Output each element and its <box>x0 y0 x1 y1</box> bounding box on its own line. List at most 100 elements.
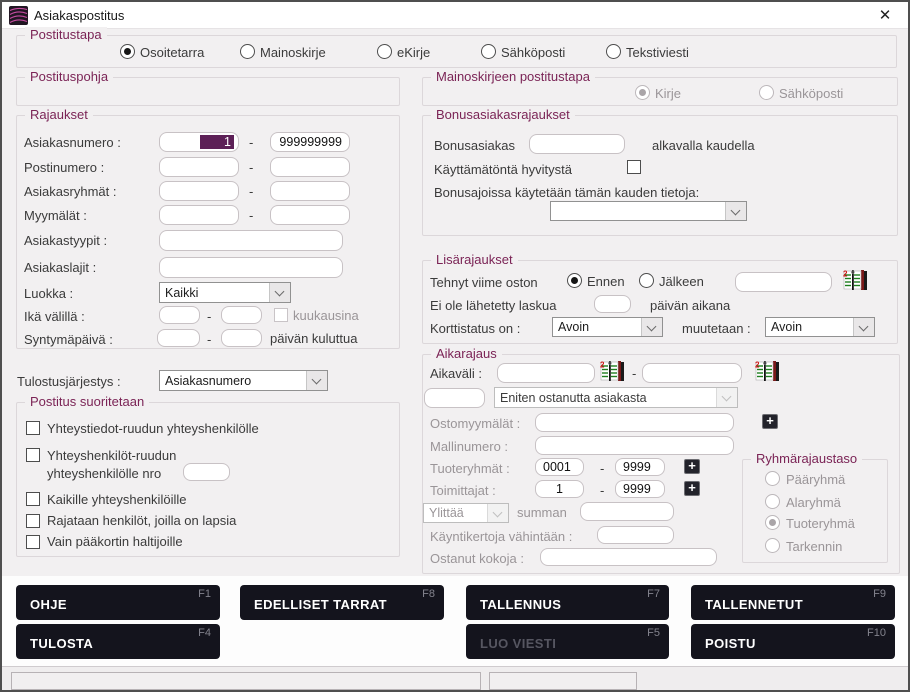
kayntikertoja-field[interactable] <box>597 526 674 544</box>
range-dash: - <box>207 309 211 324</box>
asiakasnumero-to-field[interactable] <box>270 132 350 152</box>
muutetaan-value: Avoin <box>766 318 853 336</box>
label-paivan-aikana: päivän aikana <box>650 298 730 313</box>
poistu-button[interactable]: POISTU F10 <box>691 624 895 659</box>
syntymapaiva-to-field[interactable] <box>221 329 262 347</box>
myymalat-from-field[interactable] <box>159 205 239 225</box>
yhteyshenkilo-nro-field[interactable] <box>183 463 230 481</box>
status-bar <box>2 666 908 690</box>
fkey-label: F4 <box>198 627 211 639</box>
group-title: Ryhmärajaustaso <box>751 451 862 466</box>
add-toimittajat-button[interactable]: + <box>684 481 700 496</box>
label-kaikille: Kaikille yhteyshenkilöille <box>47 492 186 507</box>
group-title: Postitustapa <box>25 27 107 42</box>
range-dash: - <box>600 483 604 498</box>
calendar-icon[interactable]: 2 <box>843 269 869 292</box>
label-yhteyshenkilot-1: Yhteyshenkilöt-ruudun <box>47 448 176 463</box>
aikavali-from-field[interactable] <box>497 363 595 383</box>
radio-tuoteryhma <box>765 515 780 530</box>
ika-to-field[interactable] <box>221 306 262 324</box>
lapsia-checkbox[interactable] <box>26 514 40 528</box>
postinumero-from-field[interactable] <box>159 157 239 177</box>
ostomyymalat-field[interactable] <box>535 413 734 432</box>
ostanut-kokoja-field[interactable] <box>540 548 717 566</box>
label-asiakastyypit: Asiakastyypit : <box>24 233 107 248</box>
fkey-label: F5 <box>647 627 660 639</box>
label-asiakasnumero: Asiakasnumero : <box>24 135 121 150</box>
group-title: Postitus suoritetaan <box>25 394 149 409</box>
tallennus-button[interactable]: TALLENNUS F7 <box>466 585 669 620</box>
group-title: Mainoskirjeen postitustapa <box>431 69 595 84</box>
tulostusjarjestys-select[interactable]: Asiakasnumero <box>159 370 328 391</box>
edelliset-tarrat-button[interactable]: EDELLISET TARRAT F8 <box>240 585 444 620</box>
svg-text:2: 2 <box>600 361 605 370</box>
radio-tekstiviesti[interactable] <box>606 44 621 59</box>
toimittajat-to-field[interactable] <box>615 480 665 498</box>
maara-field[interactable] <box>424 388 485 408</box>
luokka-value: Kaikki <box>160 283 269 302</box>
label-korttistatus: Korttistatus on : <box>430 321 520 336</box>
toimittajat-from-field[interactable] <box>535 480 584 498</box>
asiakastyypit-field[interactable] <box>159 230 343 251</box>
paakortti-checkbox[interactable] <box>26 535 40 549</box>
kaikille-checkbox[interactable] <box>26 492 40 506</box>
ika-from-field[interactable] <box>159 306 200 324</box>
add-tuoteryhmat-button[interactable]: + <box>684 459 700 474</box>
viime-osto-date-field[interactable] <box>735 272 832 292</box>
calendar-icon[interactable]: 2 <box>755 360 781 383</box>
asiakasryhmat-to-field[interactable] <box>270 181 350 201</box>
range-dash: - <box>632 366 636 381</box>
bonusasiakas-field[interactable] <box>529 134 625 154</box>
radio-label-mainoskirje: Mainoskirje <box>260 45 326 60</box>
group-title: Postituspohja <box>25 69 113 84</box>
fkey-label: F9 <box>873 588 886 600</box>
radio-label-tuoteryhma: Tuoteryhmä <box>786 516 855 531</box>
kauden-tiedot-select[interactable] <box>550 201 747 221</box>
syntymapaiva-from-field[interactable] <box>157 329 200 347</box>
radio-label-tekstiviesti: Tekstiviesti <box>626 45 689 60</box>
ohje-button[interactable]: OHJE F1 <box>16 585 220 620</box>
label-postinumero: Postinumero : <box>24 160 104 175</box>
label-ei-ole-lahetetty: Ei ole lähetetty laskua <box>430 298 556 313</box>
radio-mainoskirje[interactable] <box>240 44 255 59</box>
luo-viesti-button: LUO VIESTI F5 <box>466 624 669 659</box>
mallinumero-field[interactable] <box>535 436 734 455</box>
calendar-icon[interactable]: 2 <box>600 360 626 383</box>
radio-ekirje[interactable] <box>377 44 392 59</box>
group-title: Aikarajaus <box>431 346 502 361</box>
radio-osoitetarra[interactable] <box>120 44 135 59</box>
asiakaslajit-field[interactable] <box>159 257 343 278</box>
label-ika-valilla: Ikä välillä : <box>24 309 85 324</box>
radio-label-sahkoposti: Sähköposti <box>501 45 565 60</box>
radio-sahkoposti-disabled <box>759 85 774 100</box>
laskua-paivat-field[interactable] <box>594 295 631 313</box>
yhteyshenkilot-checkbox[interactable] <box>26 448 40 462</box>
button-label: EDELLISET TARRAT <box>254 597 387 612</box>
radio-ennen[interactable] <box>567 273 582 288</box>
summan-field[interactable] <box>580 502 674 521</box>
tallennetut-button[interactable]: TALLENNETUT F9 <box>691 585 895 620</box>
add-ostomyymalat-button[interactable]: + <box>762 414 778 429</box>
yhteystiedot-checkbox[interactable] <box>26 421 40 435</box>
luokka-select[interactable]: Kaikki <box>159 282 291 303</box>
range-dash: - <box>249 160 253 175</box>
tulosta-button[interactable]: TULOSTA F4 <box>16 624 220 659</box>
close-icon[interactable]: ✕ <box>868 2 902 28</box>
aikavali-to-field[interactable] <box>642 363 742 383</box>
kayttamatonta-checkbox[interactable] <box>627 160 641 174</box>
korttistatus-select[interactable]: Avoin <box>552 317 663 337</box>
radio-sahkoposti[interactable] <box>481 44 496 59</box>
range-dash: - <box>249 135 253 150</box>
radio-jalkeen[interactable] <box>639 273 654 288</box>
label-tehnyt-viime-oston: Tehnyt viime oston <box>430 275 538 290</box>
myymalat-to-field[interactable] <box>270 205 350 225</box>
tuoteryhmat-from-field[interactable] <box>535 458 584 476</box>
muutetaan-select[interactable]: Avoin <box>765 317 875 337</box>
asiakasnumero-from-field[interactable]: 1 <box>159 132 239 152</box>
window-title: Asiakaspostitus <box>34 8 124 23</box>
postinumero-to-field[interactable] <box>270 157 350 177</box>
eniten-ostanutta-select: Eniten ostanutta asiakasta <box>494 387 738 408</box>
asiakasryhmat-from-field[interactable] <box>159 181 239 201</box>
radio-tarkennin <box>765 538 780 553</box>
tuoteryhmat-to-field[interactable] <box>615 458 665 476</box>
